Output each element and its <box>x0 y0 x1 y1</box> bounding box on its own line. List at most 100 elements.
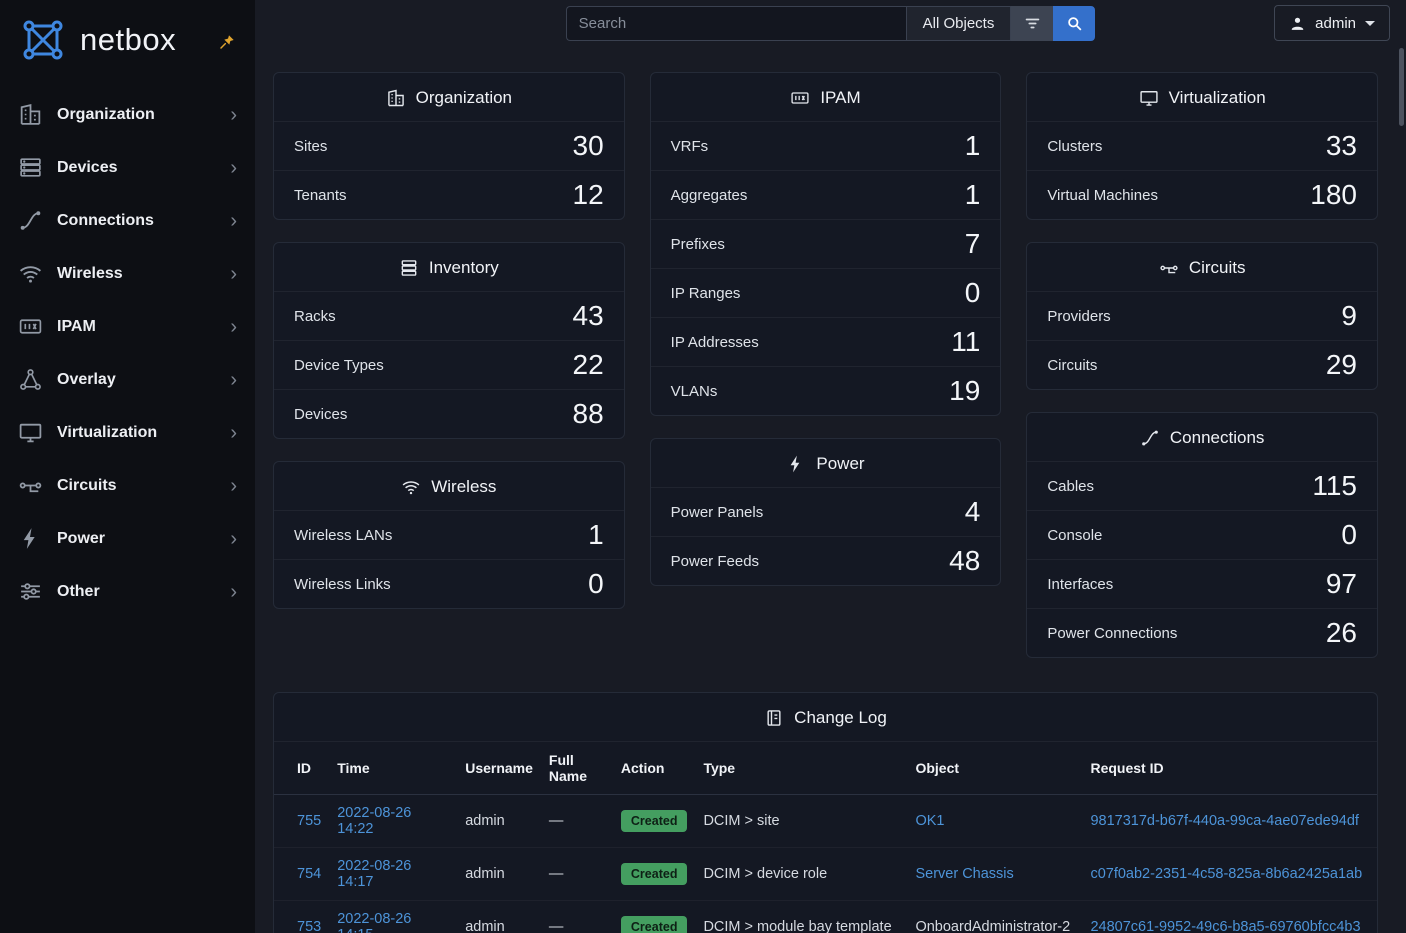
change-request-id-link[interactable]: c07f0ab2-2351-4c58-825a-8b6a2425a1ab <box>1090 866 1362 882</box>
change-username: admin <box>465 866 505 882</box>
change-id-link[interactable]: 755 <box>297 813 321 829</box>
sidebar-item-circuits[interactable]: Circuits <box>0 459 255 512</box>
card-header: Change Log <box>274 693 1377 741</box>
filter-button[interactable] <box>1011 6 1053 41</box>
stat-row: Aggregates 1 <box>651 170 1001 219</box>
stat-link-cables[interactable]: Cables <box>1047 478 1094 495</box>
stat-value: 11 <box>951 327 980 358</box>
stat-link-ip-ranges[interactable]: IP Ranges <box>671 285 741 302</box>
stat-row: Interfaces 97 <box>1027 559 1377 608</box>
stat-value: 0 <box>965 278 981 309</box>
stat-row: Providers 9 <box>1027 291 1377 340</box>
col-header-time: Time <box>329 742 457 795</box>
stat-link-prefixes[interactable]: Prefixes <box>671 236 725 253</box>
sidebar-item-other[interactable]: Other <box>0 565 255 618</box>
chevron-right-icon <box>230 582 237 602</box>
grid-column-2: IPAM VRFs 1 Aggregates 1 Prefixes 7 <box>650 72 1002 586</box>
sidebar-item-label: Virtualization <box>57 424 216 442</box>
stat-link-wireless-links[interactable]: Wireless Links <box>294 576 391 593</box>
caret-down-icon <box>1365 21 1375 26</box>
card-header: IPAM <box>651 73 1001 121</box>
netbox-logo-icon[interactable] <box>16 16 70 64</box>
stat-link-device-types[interactable]: Device Types <box>294 357 384 374</box>
graph-icon <box>18 367 43 392</box>
stat-row: IP Ranges 0 <box>651 268 1001 317</box>
sidebar-item-label: Devices <box>57 159 216 177</box>
col-header-full-name: Full Name <box>541 742 613 795</box>
change-time-link[interactable]: 2022-08-26 14:17 <box>337 858 411 890</box>
card-header: Organization <box>274 73 624 121</box>
user-menu-button[interactable]: admin <box>1274 5 1390 41</box>
stat-link-power-panels[interactable]: Power Panels <box>671 504 764 521</box>
change-id-link[interactable]: 753 <box>297 919 321 933</box>
change-request-id-link[interactable]: 24807c61-9952-49c6-b8a5-69760bfcc4b3 <box>1090 919 1360 933</box>
pin-sidebar-icon[interactable] <box>219 34 235 50</box>
sidebar-item-connections[interactable]: Connections <box>0 194 255 247</box>
card-header: Circuits <box>1027 243 1377 291</box>
sidebar-item-ipam[interactable]: IPAM <box>0 300 255 353</box>
sidebar-item-wireless[interactable]: Wireless <box>0 247 255 300</box>
wifi-icon <box>18 261 43 286</box>
sidebar-item-devices[interactable]: Devices <box>0 141 255 194</box>
change-log-row: 754 2022-08-26 14:17 admin — Created DCI… <box>274 848 1377 901</box>
virtualization-card: Virtualization Clusters 33 Virtual Machi… <box>1026 72 1378 220</box>
change-object-link[interactable]: Server Chassis <box>915 866 1013 882</box>
grid-column-3: Virtualization Clusters 33 Virtual Machi… <box>1026 72 1378 658</box>
brand-name[interactable]: netbox <box>80 22 176 58</box>
stat-row: VRFs 1 <box>651 121 1001 170</box>
stat-link-clusters[interactable]: Clusters <box>1047 138 1102 155</box>
power-card: Power Power Panels 4 Power Feeds 48 <box>650 438 1002 586</box>
stat-row: Clusters 33 <box>1027 121 1377 170</box>
stat-link-power-feeds[interactable]: Power Feeds <box>671 553 759 570</box>
stat-link-devices[interactable]: Devices <box>294 406 347 423</box>
change-request-id-link[interactable]: 9817317d-b67f-440a-99ca-4ae07ede94df <box>1090 813 1358 829</box>
change-time-link[interactable]: 2022-08-26 14:22 <box>337 805 411 837</box>
card-header: Inventory <box>274 243 624 291</box>
stat-link-power-connections[interactable]: Power Connections <box>1047 625 1177 642</box>
card-title: Wireless <box>431 477 496 497</box>
sidebar-item-organization[interactable]: Organization <box>0 88 255 141</box>
stat-link-sites[interactable]: Sites <box>294 138 327 155</box>
chevron-right-icon <box>230 529 237 549</box>
stat-link-ip-addresses[interactable]: IP Addresses <box>671 334 759 351</box>
stat-link-virtual-machines[interactable]: Virtual Machines <box>1047 187 1158 204</box>
stat-link-racks[interactable]: Racks <box>294 308 336 325</box>
stat-link-tenants[interactable]: Tenants <box>294 187 347 204</box>
sidebar-item-label: IPAM <box>57 318 216 336</box>
stat-link-vlans[interactable]: VLANs <box>671 383 718 400</box>
stat-link-providers[interactable]: Providers <box>1047 308 1110 325</box>
building-icon <box>386 88 406 108</box>
chevron-right-icon <box>230 423 237 443</box>
change-time-link[interactable]: 2022-08-26 14:15 <box>337 911 411 933</box>
stat-row: Wireless LANs 1 <box>274 510 624 559</box>
stat-link-vrfs[interactable]: VRFs <box>671 138 709 155</box>
search-input[interactable] <box>566 6 906 41</box>
page-scrollbar[interactable] <box>1399 48 1404 126</box>
card-title: IPAM <box>820 88 860 108</box>
object-type-dropdown[interactable]: All Objects <box>906 6 1012 41</box>
card-header: Wireless <box>274 462 624 510</box>
stat-row: Sites 30 <box>274 121 624 170</box>
lightning-icon <box>18 526 43 551</box>
sidebar-item-power[interactable]: Power <box>0 512 255 565</box>
grid-column-1: Organization Sites 30 Tenants 12 <box>273 72 625 609</box>
search-icon <box>1065 14 1084 33</box>
sidebar-item-virtualization[interactable]: Virtualization <box>0 406 255 459</box>
chevron-right-icon <box>230 105 237 125</box>
col-header-request-id: Request ID <box>1082 742 1377 795</box>
stat-link-wireless-lans[interactable]: Wireless LANs <box>294 527 392 544</box>
stat-link-interfaces[interactable]: Interfaces <box>1047 576 1113 593</box>
stat-link-circuits[interactable]: Circuits <box>1047 357 1097 374</box>
stat-value: 48 <box>949 546 980 577</box>
sidebar-item-overlay[interactable]: Overlay <box>0 353 255 406</box>
change-object-link[interactable]: OK1 <box>915 813 944 829</box>
change-id-link[interactable]: 754 <box>297 866 321 882</box>
stat-link-aggregates[interactable]: Aggregates <box>671 187 748 204</box>
stat-link-console[interactable]: Console <box>1047 527 1102 544</box>
card-title: Virtualization <box>1169 88 1266 108</box>
change-full-name: — <box>549 919 564 933</box>
search-button[interactable] <box>1053 6 1095 41</box>
stats-grid: Organization Sites 30 Tenants 12 <box>273 72 1378 658</box>
change-full-name: — <box>549 866 564 882</box>
card-header: Power <box>651 439 1001 487</box>
